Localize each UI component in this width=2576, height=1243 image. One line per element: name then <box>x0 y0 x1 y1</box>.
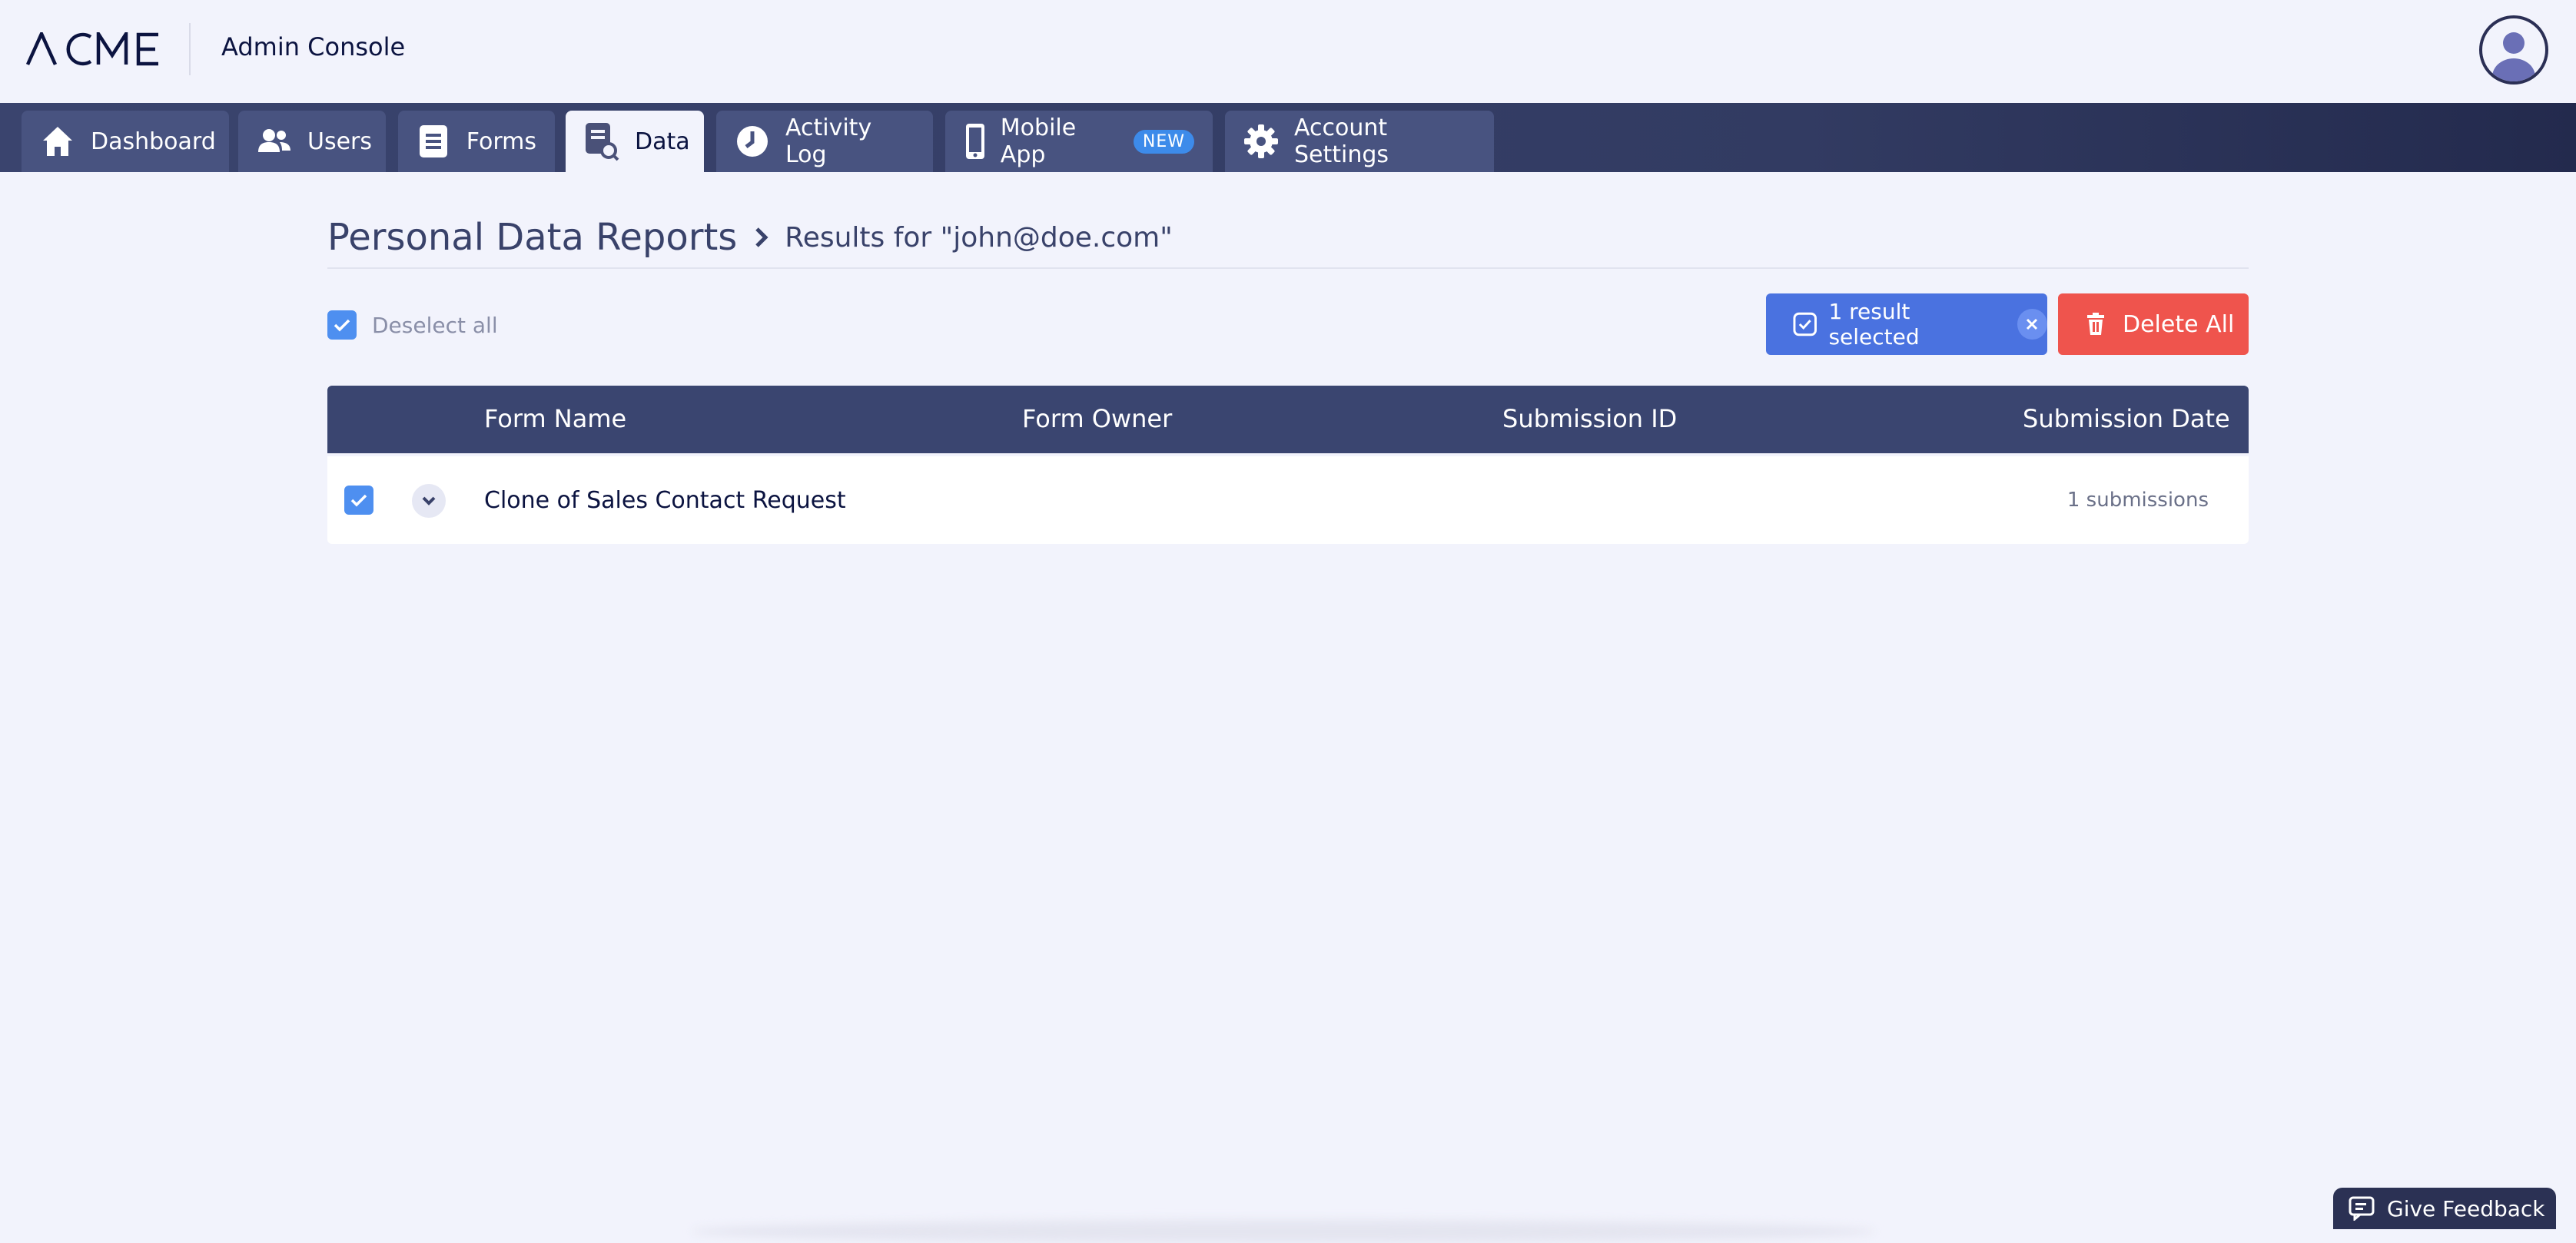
tab-label: Users <box>307 128 373 155</box>
close-icon <box>2027 318 2038 330</box>
table-header: Form Name Form Owner Submission ID Submi… <box>327 386 2249 453</box>
gear-icon <box>1243 123 1279 160</box>
logo-divider <box>189 23 191 75</box>
column-header-form-owner[interactable]: Form Owner <box>1022 404 1172 433</box>
top-header: Admin Console <box>0 0 2576 103</box>
users-icon <box>257 123 292 160</box>
give-feedback-button[interactable]: Give Feedback <box>2333 1188 2556 1229</box>
feedback-icon <box>2349 1196 2376 1221</box>
acme-logo[interactable] <box>26 28 161 71</box>
home-icon <box>40 123 75 160</box>
row-checkbox[interactable] <box>344 486 373 515</box>
deselect-all-checkbox[interactable] <box>327 310 357 340</box>
tab-label: Mobile App <box>1000 114 1077 168</box>
checkbox-icon <box>1793 312 1817 336</box>
tab-data[interactable]: Data <box>566 111 704 172</box>
new-badge: NEW <box>1133 129 1194 154</box>
column-header-submission-id[interactable]: Submission ID <box>1502 404 1677 433</box>
data-search-icon <box>584 123 619 161</box>
tab-label: Account Settings <box>1294 114 1389 168</box>
give-feedback-label: Give Feedback <box>2387 1195 2545 1221</box>
selected-count-button[interactable]: 1 result selected <box>1766 293 2047 355</box>
deselect-all-label: Deselect all <box>372 312 498 338</box>
check-icon <box>350 494 367 507</box>
user-avatar[interactable] <box>2479 15 2548 85</box>
row-submission-count: 1 submissions <box>2066 489 2209 512</box>
selection-toolbar: Deselect all 1 result selected Delete Al… <box>327 293 2249 355</box>
tab-account-settings[interactable]: Account Settings <box>1225 111 1494 172</box>
tab-activity-log[interactable]: Activity Log <box>716 111 933 172</box>
breadcrumb-current: Results for "john@doe.com" <box>785 221 1173 254</box>
column-header-submission-date[interactable]: Submission Date <box>2023 404 2230 433</box>
breadcrumb: Personal Data Reports Results for "john@… <box>327 207 2249 269</box>
clear-selection-button[interactable] <box>2017 309 2047 340</box>
expand-row-button[interactable] <box>412 484 446 518</box>
column-header-form-name[interactable]: Form Name <box>484 404 626 433</box>
forms-icon <box>417 123 451 160</box>
chevron-right-icon <box>754 226 769 249</box>
delete-all-label: Delete All <box>2123 310 2235 338</box>
page-title[interactable]: Personal Data Reports <box>327 216 737 259</box>
row-form-name: Clone of Sales Contact Request <box>484 487 846 514</box>
bottom-shadow <box>692 1220 1875 1243</box>
trash-icon <box>2087 313 2104 335</box>
tab-users[interactable]: Users <box>238 111 386 172</box>
tab-label: Data <box>635 128 690 155</box>
clock-icon <box>735 123 770 160</box>
mobile-icon <box>964 123 987 160</box>
tab-forms[interactable]: Forms <box>398 111 555 172</box>
tab-dashboard[interactable]: Dashboard <box>22 111 229 172</box>
tab-mobile-app[interactable]: Mobile App NEW <box>945 111 1213 172</box>
tab-label: Dashboard <box>91 128 216 155</box>
table-row[interactable]: Clone of Sales Contact Request 1 submiss… <box>327 456 2249 544</box>
tab-label: Activity Log <box>785 114 872 168</box>
acme-logo-mark <box>26 32 158 66</box>
tab-label: Forms <box>466 128 536 155</box>
delete-all-button[interactable]: Delete All <box>2058 293 2249 355</box>
selected-count-label: 1 result selected <box>1828 299 1920 350</box>
app-title: Admin Console <box>221 32 406 61</box>
main-nav: Dashboard Users Forms Data Activity Log … <box>0 103 2576 172</box>
user-avatar-icon <box>2492 32 2535 81</box>
chevron-down-icon <box>422 496 436 505</box>
deselect-all[interactable]: Deselect all <box>327 310 498 340</box>
check-icon <box>334 319 350 332</box>
